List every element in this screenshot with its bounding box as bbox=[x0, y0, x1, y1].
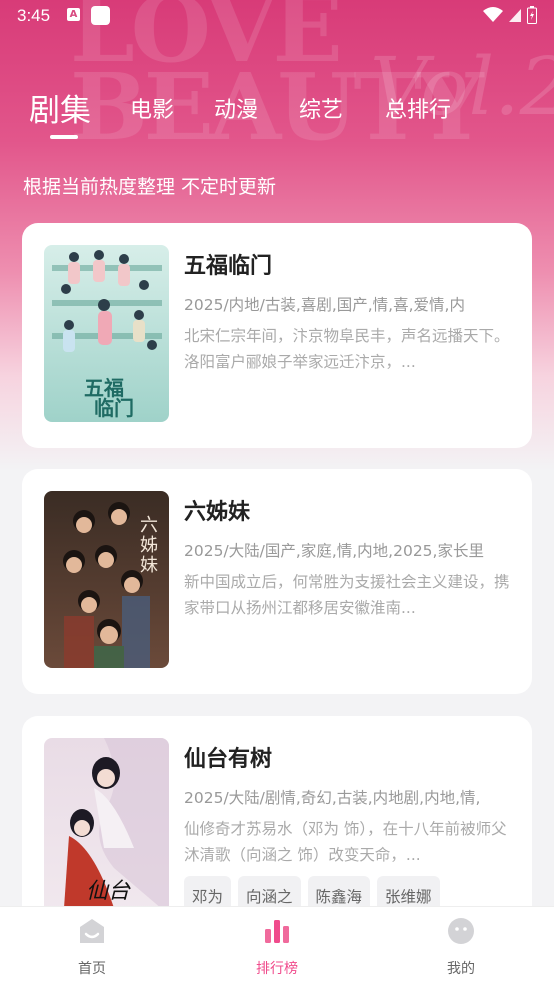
notification-square-icon bbox=[91, 6, 110, 25]
show-description: 新中国成立后，何常胜为支援社会主义建设，携家带口从扬州江都移居安徽淮南... bbox=[184, 573, 510, 617]
home-icon bbox=[80, 919, 104, 943]
battery-icon bbox=[527, 6, 537, 24]
poster-image[interactable]: 五福 临门 bbox=[44, 245, 169, 422]
show-card[interactable]: 五福 临门 五福临门 2025/内地/古装,喜剧,国产,情,喜,爱情,内 北宋仁… bbox=[22, 223, 532, 448]
show-tags: 2025/大陆/剧情,奇幻,古装,内地剧,内地,情, bbox=[184, 789, 481, 807]
poster-image[interactable]: 仙台 bbox=[44, 738, 169, 915]
svg-text:临门: 临门 bbox=[94, 396, 134, 420]
nav-ranking[interactable]: 排行榜 bbox=[217, 907, 337, 984]
bottom-navigation: 首页 排行榜 我的 bbox=[0, 906, 554, 984]
tab-series[interactable]: 剧集 bbox=[29, 85, 91, 130]
tab-anime[interactable]: 动漫 bbox=[214, 92, 258, 124]
notification-a-icon: A bbox=[67, 8, 80, 21]
active-tab-indicator bbox=[50, 135, 78, 139]
profile-icon bbox=[448, 918, 474, 944]
status-bar: 3:45 A bbox=[0, 0, 554, 32]
show-title: 五福临门 bbox=[184, 254, 273, 279]
show-card[interactable]: 六 姊 妹 六姊妹 2025/大陆/国产,家庭,情,内地,2025,家长里 新中… bbox=[22, 469, 532, 694]
show-description: 北宋仁宗年间，汴京物阜民丰，声名远播天下。洛阳富户郦娘子举家远迁汴京，... bbox=[184, 327, 510, 371]
tab-overall-ranking[interactable]: 总排行 bbox=[385, 92, 451, 124]
tab-movies[interactable]: 电影 bbox=[130, 92, 174, 124]
poster-calligraphy: 六 bbox=[140, 515, 158, 536]
ranking-icon bbox=[265, 920, 289, 943]
poster-calligraphy: 仙台 bbox=[86, 879, 131, 904]
show-tags: 2025/内地/古装,喜剧,国产,情,喜,爱情,内 bbox=[184, 296, 465, 314]
signal-icon bbox=[509, 9, 521, 22]
nav-home-label: 首页 bbox=[78, 961, 106, 977]
nav-ranking-label: 排行榜 bbox=[256, 961, 298, 977]
nav-home[interactable]: 首页 bbox=[32, 907, 152, 984]
show-tags: 2025/大陆/国产,家庭,情,内地,2025,家长里 bbox=[184, 542, 484, 560]
tab-variety[interactable]: 综艺 bbox=[299, 92, 343, 124]
svg-text:姊: 姊 bbox=[140, 535, 158, 556]
wifi-icon bbox=[483, 7, 503, 22]
nav-profile[interactable]: 我的 bbox=[401, 907, 521, 984]
show-title: 六姊妹 bbox=[184, 500, 251, 525]
poster-image[interactable]: 六 姊 妹 bbox=[44, 491, 169, 668]
show-title: 仙台有树 bbox=[184, 747, 273, 772]
svg-text:妹: 妹 bbox=[140, 555, 158, 576]
nav-profile-label: 我的 bbox=[447, 961, 475, 977]
show-description: 仙修奇才苏易水（邓为 饰），在十八年前被师父沐清歌（向涵之 饰）改变天命，... bbox=[184, 820, 507, 864]
ranking-subtitle: 根据当前热度整理 不定时更新 bbox=[23, 176, 277, 198]
status-time: 3:45 bbox=[17, 6, 51, 25]
